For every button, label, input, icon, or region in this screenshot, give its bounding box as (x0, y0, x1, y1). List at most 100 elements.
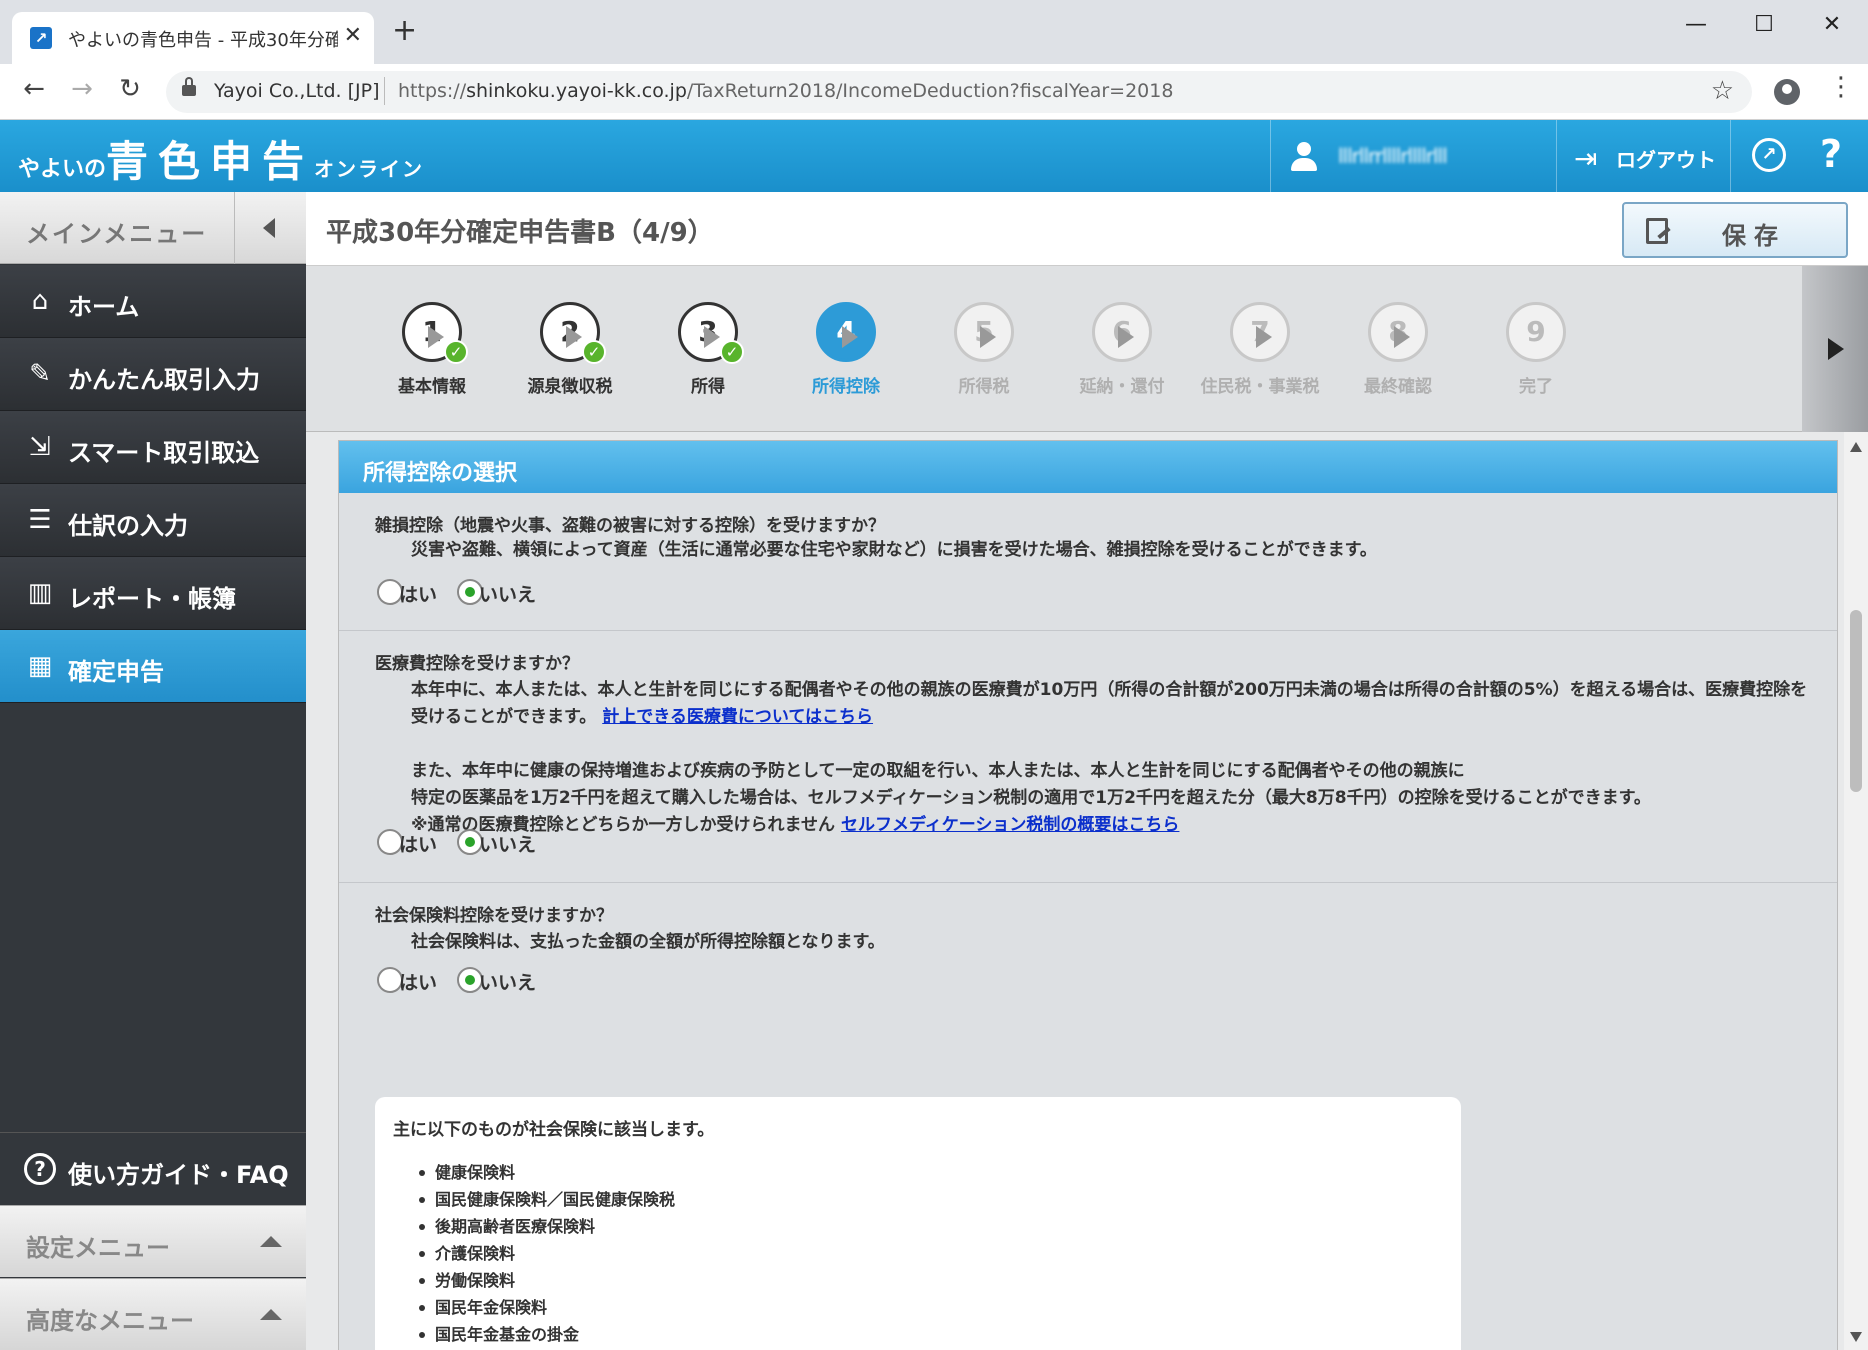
step-arrow-icon (980, 326, 996, 348)
radio-no-label[interactable]: いいえ (479, 830, 536, 857)
report-icon: ▥ (27, 578, 53, 608)
window-close-icon[interactable]: ✕ (1802, 12, 1862, 37)
url-separator (384, 77, 385, 105)
page-title: 平成30年分確定申告書B（4/9） (326, 218, 714, 248)
info-title: 主に以下のものが社会保険に該当します。 (393, 1120, 715, 1140)
save-document-icon (1646, 218, 1668, 244)
save-button[interactable]: 保存 (1622, 202, 1848, 258)
help-icon[interactable]: ? (1820, 132, 1842, 176)
sidebar-item-label: かんたん取引入力 (68, 366, 260, 394)
forward-icon[interactable]: → (64, 74, 100, 104)
sidebar-item-guide-faq[interactable]: ? 使い方ガイド・FAQ (0, 1132, 306, 1205)
header-divider (1730, 120, 1731, 192)
question-title: 雑損控除（地震や火事、盗難の被害に対する控除）を受けますか？ (375, 516, 885, 536)
browser-tab[interactable]: ↗ やよいの青色申告 - 平成30年分確 ✕ (12, 12, 374, 64)
radio-yes-label[interactable]: はい (399, 830, 437, 857)
header-divider (1556, 120, 1557, 192)
minimize-icon[interactable]: — (1666, 12, 1726, 37)
radio-yes-label[interactable]: はい (399, 968, 437, 995)
sidebar-item-journal[interactable]: ☰ 仕訳の入力 (0, 484, 306, 557)
user-icon (1290, 142, 1318, 172)
self-medication-description: また、本年中に健康の保持増進および疾病の予防として一定の取組を行い、本人または、… (411, 761, 1651, 835)
check-icon: ✓ (582, 340, 606, 364)
radio-no-label[interactable]: いいえ (479, 580, 536, 607)
sidebar-item-label: ホーム (68, 293, 140, 321)
check-icon: ✓ (444, 340, 468, 364)
browser-tabstrip: ↗ やよいの青色申告 - 平成30年分確 ✕ + — ☐ ✕ (0, 0, 1868, 64)
sidebar-item-reports[interactable]: ▥ レポート・帳簿 (0, 557, 306, 630)
import-icon: ⇲ (29, 432, 51, 462)
advanced-menu-toggle[interactable]: 高度なメニュー (0, 1278, 306, 1350)
journal-icon: ☰ (28, 505, 52, 535)
question-title: 社会保険料控除を受けますか？ (375, 906, 613, 926)
tax-return-icon: ▦ (27, 651, 53, 681)
step-arrow-icon (704, 326, 720, 348)
radio-yes-label[interactable]: はい (399, 580, 437, 607)
tab-close-icon[interactable]: ✕ (344, 23, 362, 48)
profile-icon[interactable] (1774, 79, 1800, 105)
sidebar-item-label: スマート取引取込 (68, 439, 260, 467)
list-item: 健康保険料 (418, 1159, 675, 1186)
radio-no-label[interactable]: いいえ (479, 968, 536, 995)
app-logo[interactable]: やよいの青色申告オンライン (18, 128, 424, 189)
step-label: 所得 (691, 377, 725, 397)
sidebar-item-easy-entry[interactable]: ✎ かんたん取引入力 (0, 338, 306, 411)
scroll-up-icon[interactable] (1850, 442, 1862, 452)
content-scrollbar[interactable] (1844, 432, 1868, 1350)
tab-title: やよいの青色申告 - 平成30年分確 (68, 30, 338, 51)
address-bar[interactable]: Yayoi Co.,Ltd. [JP] https://shinkoku.yay… (166, 71, 1752, 113)
expand-up-icon (260, 1309, 282, 1320)
back-icon[interactable]: ← (16, 74, 52, 104)
main-content: 所得控除の選択 雑損控除（地震や火事、盗難の被害に対する控除）を受けますか？ 災… (306, 432, 1844, 1350)
step-label: 住民税・事業税 (1200, 377, 1320, 397)
main-menu-header: メインメニュー (0, 192, 306, 264)
logout-button[interactable]: ログアウト (1616, 144, 1716, 173)
sidebar-item-tax-return[interactable]: ▦ 確定申告 (0, 630, 306, 703)
list-item: 国民健康保険料／国民健康保険税 (418, 1186, 675, 1213)
scroll-thumb[interactable] (1850, 610, 1862, 792)
browser-menu-icon[interactable]: ⋮ (1828, 72, 1854, 102)
save-label: 保存 (1722, 222, 1786, 250)
step-label: 最終確認 (1364, 377, 1432, 397)
sidebar: メインメニュー ⌂ ホーム ✎ かんたん取引入力 ⇲ スマート取引取込 ☰ 仕訳… (0, 192, 306, 1350)
reload-icon[interactable]: ↻ (112, 74, 148, 104)
sidebar-item-smart-import[interactable]: ⇲ スマート取引取込 (0, 411, 306, 484)
maximize-icon[interactable]: ☐ (1734, 12, 1794, 37)
self-medication-link[interactable]: セルフメディケーション税制の概要はこちら (841, 815, 1179, 835)
bookmark-star-icon[interactable]: ☆ (1711, 76, 1734, 106)
url-text: https://shinkoku.yayoi-kk.co.jp/TaxRetur… (398, 80, 1174, 102)
panel-header: 所得控除の選択 (339, 441, 1837, 493)
new-tab-icon[interactable]: + (392, 16, 417, 46)
step-arrow-icon (1394, 326, 1410, 348)
question-description: 社会保険料は、支払った金額の全額が所得控除額となります。 (411, 932, 885, 952)
question-circle-icon: ? (24, 1153, 56, 1185)
check-icon: ✓ (720, 340, 744, 364)
step-label: 基本情報 (398, 377, 466, 397)
settings-menu-toggle[interactable]: 設定メニュー (0, 1205, 306, 1277)
info-list: 健康保険料 国民健康保険料／国民健康保険税 後期高齢者医療保険料 介護保険料 労… (418, 1159, 675, 1348)
list-item: 国民年金保険料 (418, 1294, 675, 1321)
scroll-down-icon[interactable] (1850, 1332, 1862, 1342)
step-arrow-icon (1118, 326, 1134, 348)
settings-menu-label: 設定メニュー (26, 1234, 170, 1262)
collapse-sidebar-icon[interactable] (234, 192, 306, 264)
support-icon[interactable]: ↗ (1752, 138, 1786, 172)
step-label: 延納・還付 (1079, 377, 1165, 397)
medical-expense-section: 医療費控除を受けますか？ 本年中に、本人または、本人と生計を同じにする配偶者やそ… (339, 631, 1837, 883)
step-label: 完了 (1519, 377, 1553, 397)
step-label: 所得控除 (812, 377, 880, 397)
step-label: 源泉徴収税 (527, 377, 613, 397)
browser-toolbar: ← → ↻ Yayoi Co.,Ltd. [JP] https://shinko… (0, 64, 1868, 120)
logout-icon[interactable]: ⇥ (1574, 142, 1597, 175)
casualty-loss-section: 雑損控除（地震や火事、盗難の被害に対する控除）を受けますか？ 災害や盗難、横領に… (339, 493, 1837, 631)
list-item: 労働保険料 (418, 1267, 675, 1294)
guide-label: 使い方ガイド・FAQ (68, 1161, 289, 1189)
header-divider (1270, 120, 1271, 192)
step-arrow-icon (428, 326, 444, 348)
site-identity: Yayoi Co.,Ltd. [JP] (214, 80, 380, 102)
medical-expense-link[interactable]: 計上できる医療費についてはこちら (602, 707, 873, 727)
sidebar-item-home[interactable]: ⌂ ホーム (0, 265, 306, 338)
steps-next-arrow-icon[interactable] (1802, 266, 1868, 432)
user-name: lllrllrrllllrllllrlll (1338, 144, 1448, 168)
app-header: やよいの青色申告オンライン lllrllrrllllrllllrlll ⇥ ログ… (0, 120, 1868, 192)
